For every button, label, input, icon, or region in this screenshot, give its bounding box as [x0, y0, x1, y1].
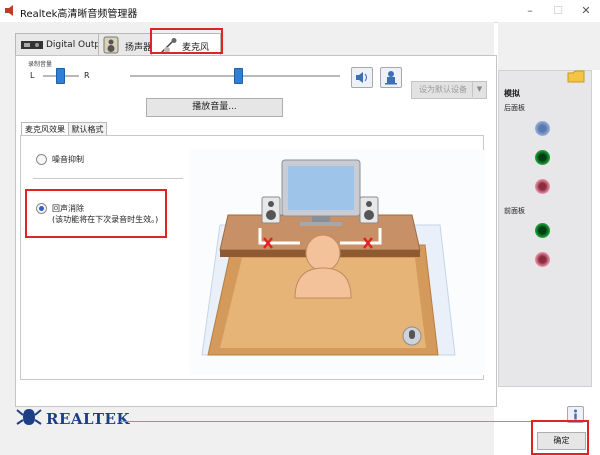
- highlight-microphone-tab: [150, 28, 223, 54]
- minimize-button[interactable]: –: [516, 0, 544, 22]
- speaker-volume-icon: [356, 72, 367, 83]
- rear-pink-jack[interactable]: [535, 179, 550, 194]
- volume-mute-button[interactable]: [351, 67, 373, 88]
- room-illustration: [190, 150, 485, 375]
- highlight-echo-option: [25, 189, 167, 238]
- option-separator: [33, 178, 183, 179]
- tab-digital-output[interactable]: Digital Output: [15, 33, 109, 56]
- front-pink-jack[interactable]: [535, 252, 550, 267]
- digital-output-icon: [21, 41, 43, 49]
- playback-volume-button[interactable]: 播放音量...: [146, 98, 283, 117]
- volume-slider-thumb[interactable]: [234, 68, 243, 84]
- analog-title: 模拟: [504, 89, 520, 98]
- speaker-app-icon: [5, 5, 13, 16]
- balance-right-label: R: [84, 71, 90, 80]
- device-settings-icon: [385, 71, 397, 85]
- info-icon: [574, 409, 577, 420]
- rear-panel-label: 后面板: [504, 104, 525, 112]
- close-button[interactable]: ✕: [572, 0, 600, 22]
- set-default-device-label: 设为默认设备: [419, 85, 467, 94]
- speaker-icon: [103, 36, 119, 54]
- balance-slider-thumb[interactable]: [56, 68, 65, 84]
- record-volume-label: 录制音量: [28, 61, 53, 68]
- balance-left-label: L: [30, 71, 35, 80]
- tab-speakers[interactable]: 扬声器: [98, 33, 152, 56]
- front-panel-label: 前面板: [504, 207, 525, 215]
- tab-speakers-label: 扬声器: [125, 43, 153, 53]
- device-sync-button[interactable]: [380, 67, 402, 88]
- front-green-jack[interactable]: [535, 223, 550, 238]
- noise-suppression-label: 噪音抑制: [52, 155, 84, 164]
- subtab-mic-effects[interactable]: 麦克风效果: [21, 122, 69, 136]
- default-device-dropdown-arrow[interactable]: ▼: [472, 81, 486, 97]
- realtek-logo-text: REALTEK: [46, 410, 130, 428]
- maximize-button[interactable]: ☐: [544, 0, 572, 22]
- window-title: Realtek高清晰音频管理器: [20, 9, 138, 20]
- highlight-ok-button: [531, 420, 589, 455]
- rear-blue-jack[interactable]: [535, 121, 550, 136]
- realtek-crab-logo: [16, 409, 42, 425]
- rear-green-jack[interactable]: [535, 150, 550, 165]
- subtab-default-format[interactable]: 默认格式: [68, 122, 107, 136]
- folder-icon[interactable]: [567, 70, 585, 83]
- right-top-area: [498, 22, 600, 70]
- noise-suppression-radio[interactable]: [36, 154, 47, 165]
- footer-divider: [120, 421, 565, 422]
